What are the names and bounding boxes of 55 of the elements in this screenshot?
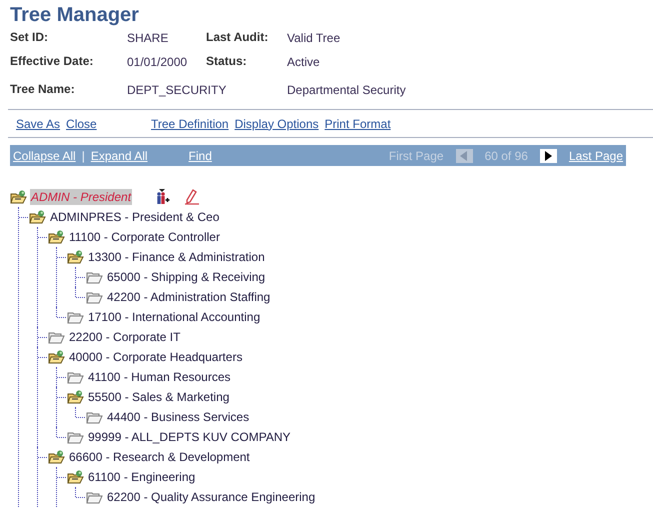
action-link[interactable]: Save As bbox=[16, 116, 60, 130]
action-link[interactable]: Tree Definition bbox=[151, 116, 229, 130]
folder-icon[interactable] bbox=[86, 490, 103, 504]
folder-icon[interactable] bbox=[86, 290, 103, 304]
field-value: DEPT_SECURITY bbox=[127, 82, 228, 99]
open-folder-icon[interactable] bbox=[48, 350, 65, 364]
tree-node[interactable]: 40000 - Corporate Headquarters bbox=[68, 349, 244, 365]
tree-node[interactable]: 41100 - Human Resources bbox=[87, 369, 232, 385]
folder-icon[interactable] bbox=[86, 410, 103, 424]
folder-icon[interactable] bbox=[67, 310, 84, 324]
field-value: Active bbox=[287, 54, 321, 71]
tree-node[interactable]: 99999 - ALL_DEPTS KUV COMPANY bbox=[87, 429, 292, 445]
pencil-icon[interactable] bbox=[184, 189, 200, 205]
field-label: Effective Date: bbox=[10, 54, 94, 70]
folder-icon[interactable] bbox=[67, 430, 84, 444]
page-position: 60 of 96 bbox=[484, 148, 528, 162]
folder-icon[interactable] bbox=[48, 330, 65, 344]
add-person-icon[interactable] bbox=[155, 189, 170, 205]
tree-node[interactable]: 13300 - Finance & Administration bbox=[87, 249, 266, 265]
tree-node[interactable]: 55500 - Sales & Marketing bbox=[87, 389, 230, 405]
open-folder-icon[interactable] bbox=[48, 230, 65, 244]
field-label: Tree Name: bbox=[10, 82, 76, 98]
folder-icon[interactable] bbox=[86, 270, 103, 284]
tree-node[interactable]: 17100 - International Accounting bbox=[87, 309, 262, 325]
open-folder-icon[interactable] bbox=[29, 210, 46, 224]
left-triangle-icon bbox=[460, 150, 468, 160]
action-link[interactable]: Display Options bbox=[234, 116, 319, 130]
field-value: SHARE bbox=[127, 30, 170, 47]
tree-node[interactable]: 44400 - Business Services bbox=[106, 409, 250, 425]
open-folder-icon[interactable] bbox=[67, 390, 84, 404]
field-label: Status: bbox=[206, 54, 248, 70]
open-folder-icon[interactable] bbox=[67, 250, 84, 264]
folder-icon[interactable] bbox=[67, 370, 84, 384]
action-link[interactable]: Close bbox=[66, 116, 97, 130]
tree-node[interactable]: 22200 - Corporate IT bbox=[68, 329, 182, 345]
open-folder-icon[interactable] bbox=[67, 470, 84, 484]
tree-node[interactable]: 65000 - Shipping & Receiving bbox=[106, 269, 266, 285]
tree-node[interactable]: ADMINPRES - President & Ceo bbox=[49, 209, 220, 225]
separator: | bbox=[82, 148, 85, 162]
open-folder-icon[interactable] bbox=[10, 190, 27, 204]
page-title: Tree Manager bbox=[10, 3, 140, 28]
tree-node[interactable]: 11100 - Corporate Controller bbox=[68, 229, 221, 245]
tree-node[interactable]: 66600 - Research & Development bbox=[68, 449, 251, 465]
tree-node[interactable]: 42200 - Administration Staffing bbox=[106, 289, 272, 305]
tree-node[interactable]: 61100 - Engineering bbox=[87, 469, 196, 485]
action-link[interactable]: Print Format bbox=[324, 116, 391, 130]
right-triangle-icon bbox=[544, 150, 552, 160]
field-value: 01/01/2000 bbox=[127, 54, 188, 71]
field-label: Set ID: bbox=[10, 30, 50, 46]
open-folder-icon[interactable] bbox=[48, 450, 65, 464]
field-value: Departmental Security bbox=[287, 82, 407, 99]
next-page-button[interactable] bbox=[540, 148, 557, 162]
field-value: Valid Tree bbox=[287, 30, 342, 47]
field-label: Last Audit: bbox=[206, 30, 270, 46]
tree-node[interactable]: 62200 - Quality Assurance Engineering bbox=[106, 489, 316, 505]
